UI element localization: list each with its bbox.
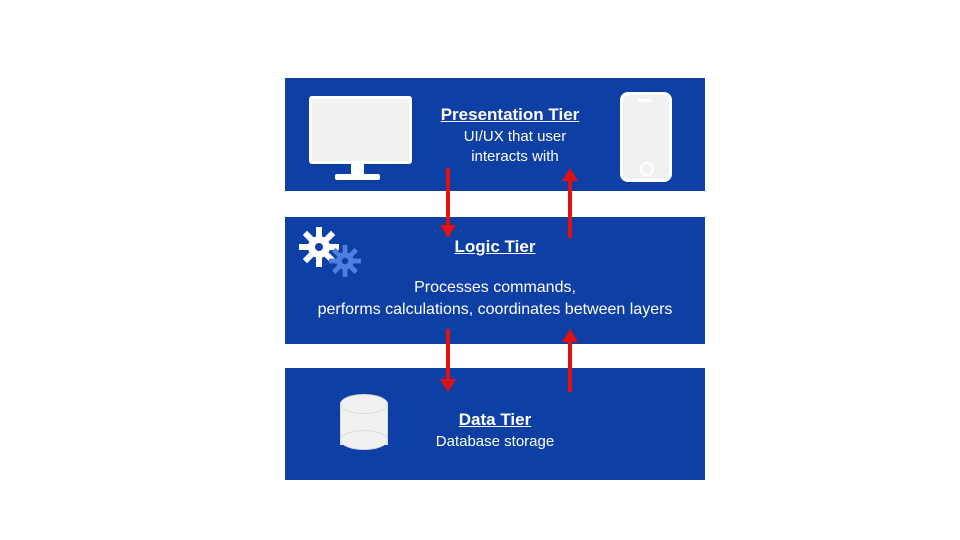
logic-tier-title: Logic Tier xyxy=(285,237,705,257)
presentation-tier-title: Presentation Tier xyxy=(415,105,605,125)
presentation-tier-box: Presentation Tier UI/UX that user intera… xyxy=(285,78,705,191)
data-tier-box: Data Tier Database storage xyxy=(285,368,705,480)
logic-tier-desc: Processes commands,performs calculations… xyxy=(295,277,695,320)
data-tier-title: Data Tier xyxy=(285,410,705,430)
three-tier-architecture-diagram: Presentation Tier UI/UX that user intera… xyxy=(0,0,960,540)
presentation-tier-desc: UI/UX that user interacts with xyxy=(435,127,595,168)
logic-tier-box: Logic Tier Processes commands,performs c… xyxy=(285,217,705,344)
data-tier-desc: Database storage xyxy=(285,432,705,452)
phone-icon xyxy=(620,92,672,182)
monitor-icon xyxy=(305,92,410,180)
